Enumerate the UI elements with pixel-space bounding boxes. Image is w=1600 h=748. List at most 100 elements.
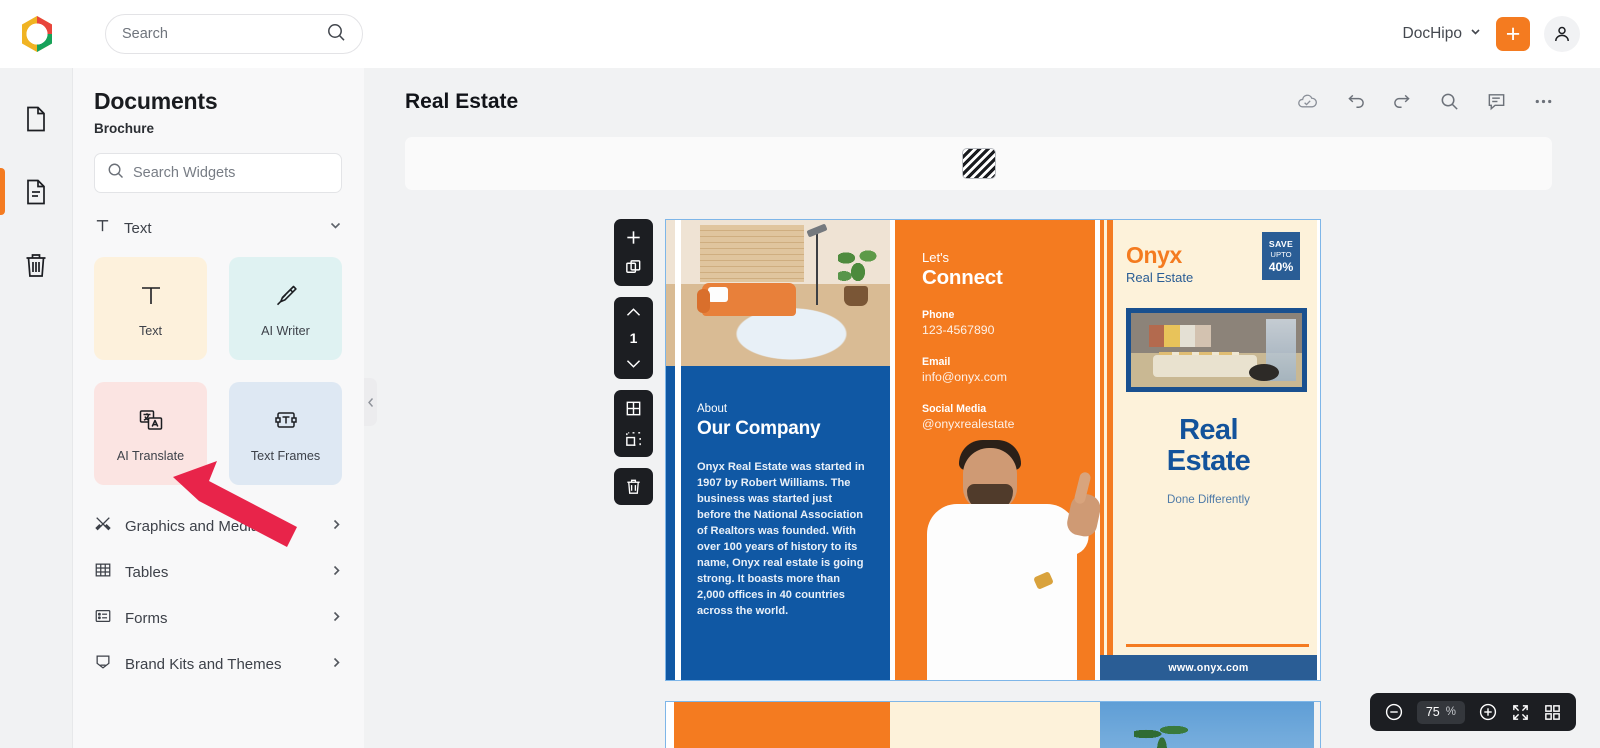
sidebar-item-brand-kits-and-themes[interactable]: Brand Kits and Themes [73, 641, 364, 687]
widget-card-text-frames[interactable]: Text Frames [229, 382, 342, 485]
chevron-right-icon[interactable] [330, 610, 343, 627]
global-search[interactable] [105, 14, 363, 54]
search-input[interactable] [122, 26, 326, 42]
ellipsis-icon[interactable] [1533, 91, 1554, 117]
comment-icon[interactable] [1486, 91, 1507, 117]
table-grid-icon [94, 561, 112, 584]
avatar[interactable] [1544, 16, 1580, 52]
cover-title-line-2: Estate [1166, 445, 1251, 478]
chevron-right-icon[interactable] [330, 564, 343, 581]
chevron-up-icon[interactable] [624, 306, 643, 319]
cover-tagline: Done Differently [1167, 493, 1250, 506]
widget-card-ai-translate[interactable]: AI Translate [94, 382, 207, 485]
widget-card-label: AI Writer [261, 323, 310, 338]
section-text-label: Text [124, 219, 152, 237]
sidebar-item-tables[interactable]: Tables [73, 549, 364, 595]
cover-brand: Onyx Real Estate [1126, 242, 1193, 285]
widgets-panel: Documents Brochure Text [73, 68, 364, 748]
grid-layout-icon[interactable] [624, 399, 643, 418]
chevron-down-icon[interactable] [624, 357, 643, 370]
trash-icon[interactable] [624, 477, 643, 496]
agent-photo [901, 432, 1105, 680]
chevron-down-icon[interactable] [328, 218, 343, 238]
icon-rail [0, 68, 73, 748]
brochure-page-1[interactable]: About Our Company Onyx Real Estate was s… [665, 219, 1321, 681]
dochipo-hexagon-logo[interactable] [17, 14, 57, 54]
about-block: About Our Company Onyx Real Estate was s… [666, 366, 890, 680]
text-T-icon [136, 280, 166, 315]
pen-nib-icon [271, 280, 301, 315]
cover-title: Real Estate [1100, 414, 1317, 478]
brochure-page-2[interactable] [665, 701, 1321, 748]
sidebar-item-graphics-and-media[interactable]: Graphics and Media [73, 503, 364, 549]
sidebar-item-forms[interactable]: Forms [73, 595, 364, 641]
workspace-label: DocHipo [1402, 25, 1462, 42]
widget-card-label: Text [138, 323, 163, 338]
save-badge: SAVE UPTO 40% [1262, 232, 1300, 280]
grid-view-icon[interactable] [1543, 703, 1562, 722]
cloud-check-icon[interactable] [1296, 90, 1319, 118]
about-heading: Our Company [697, 418, 821, 439]
widget-search[interactable] [94, 153, 342, 193]
search-widgets-input[interactable] [133, 165, 329, 181]
forms-icon [94, 607, 112, 630]
plus-icon: + [1505, 19, 1521, 48]
chevron-down-icon[interactable] [1469, 25, 1482, 43]
palm-tree [1134, 724, 1194, 748]
graphics-media-icon [94, 515, 112, 538]
zoom-value: 75 [1425, 705, 1440, 719]
zoom-level[interactable]: 75 % [1416, 700, 1465, 724]
copy-pages-icon[interactable] [624, 258, 643, 277]
living-room-photo [666, 220, 890, 366]
widget-card-text[interactable]: Text [94, 257, 207, 360]
contact-label-email: Email [922, 356, 951, 368]
minus-circle-icon[interactable] [1384, 702, 1404, 722]
widget-category-list: Graphics and Media Tables Forms Brand Ki… [73, 503, 364, 687]
expand-arrows-icon[interactable] [1511, 703, 1530, 722]
canvas-area: Real Estate 1 About Our Company Onyx Rea… [364, 68, 1600, 748]
marquee-select-icon[interactable] [624, 429, 643, 448]
potted-plant [838, 250, 878, 306]
badge-line-2: UPTO [1270, 249, 1292, 259]
widget-card-label: AI Translate [116, 448, 185, 463]
badge-line-3: 40% [1268, 259, 1294, 274]
page2-panel-cream [890, 702, 1100, 748]
plus-circle-icon[interactable] [1478, 702, 1498, 722]
diagonal-stripes-icon[interactable] [961, 148, 996, 179]
connect-heading: Connect [922, 266, 1003, 289]
dochipo-editor: DocHipo + [0, 0, 1600, 748]
page-add-group [614, 219, 653, 286]
page2-panel-orange [666, 702, 890, 748]
interior-photo [1126, 308, 1307, 392]
brand-name: Onyx [1126, 242, 1182, 268]
zoom-controls: 75 % [1369, 693, 1576, 731]
page-number: 1 [629, 330, 638, 346]
redo-arrow-icon[interactable] [1392, 91, 1413, 117]
create-new-button[interactable]: + [1496, 17, 1530, 51]
sidebar-item-label: Tables [125, 563, 169, 581]
widget-card-ai-writer[interactable]: AI Writer [229, 257, 342, 360]
plus-icon[interactable] [624, 228, 643, 247]
brochure-fold-connect[interactable]: Let's Connect Phone 123-4567890 Email in… [890, 220, 1104, 680]
rail-item-documents[interactable] [0, 82, 73, 155]
workspace-selector[interactable]: DocHipo [1403, 25, 1482, 43]
magnifier-icon[interactable] [1439, 91, 1460, 117]
rail-item-trash[interactable] [0, 228, 73, 301]
undo-arrow-icon[interactable] [1345, 91, 1366, 117]
orange-sofa [697, 283, 796, 316]
search-icon [107, 162, 124, 184]
floor-lamp [816, 233, 818, 305]
fold-divider [675, 220, 681, 680]
rail-item-widgets[interactable] [0, 155, 73, 228]
connect-eyebrow: Let's [922, 250, 950, 265]
contact-value-phone: 123-4567890 [922, 323, 995, 337]
chevron-right-icon[interactable] [330, 518, 343, 535]
chevron-right-icon[interactable] [330, 656, 343, 673]
search-icon[interactable] [326, 22, 346, 47]
brochure-fold-about[interactable]: About Our Company Onyx Real Estate was s… [666, 220, 890, 680]
section-text[interactable]: Text [94, 213, 343, 243]
panel-collapse-handle[interactable] [364, 378, 377, 426]
page-delete-group [614, 468, 653, 505]
badge-line-1: SAVE [1268, 238, 1294, 249]
brochure-fold-cover[interactable]: Onyx Real Estate SAVE UPTO 40% Real Esta… [1100, 220, 1317, 680]
